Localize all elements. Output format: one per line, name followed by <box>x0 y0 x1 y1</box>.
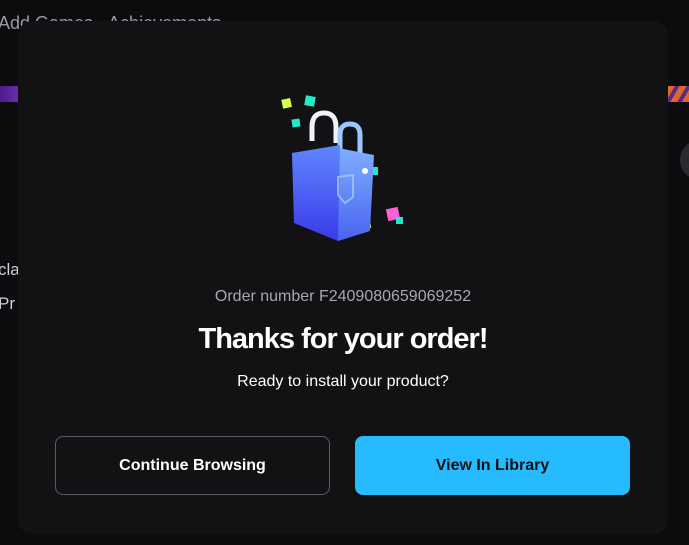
background-text-1: cla <box>0 260 20 279</box>
continue-browsing-button[interactable]: Continue Browsing <box>55 436 330 495</box>
background-carousel-button <box>680 140 689 180</box>
shopping-bag-icon <box>281 95 403 241</box>
order-number: Order number F2409080659069252 <box>214 288 472 305</box>
order-confirmation-modal: Order number F2409080659069252 Thanks fo… <box>18 21 668 534</box>
background-banner-left <box>0 86 20 102</box>
background-banner-right <box>668 86 689 102</box>
background-text-2: Pr <box>0 294 15 313</box>
modal-subtitle: Ready to install your product? <box>237 373 449 390</box>
view-in-library-button[interactable]: View In Library <box>355 436 630 495</box>
modal-title: Thanks for your order! <box>198 323 489 355</box>
